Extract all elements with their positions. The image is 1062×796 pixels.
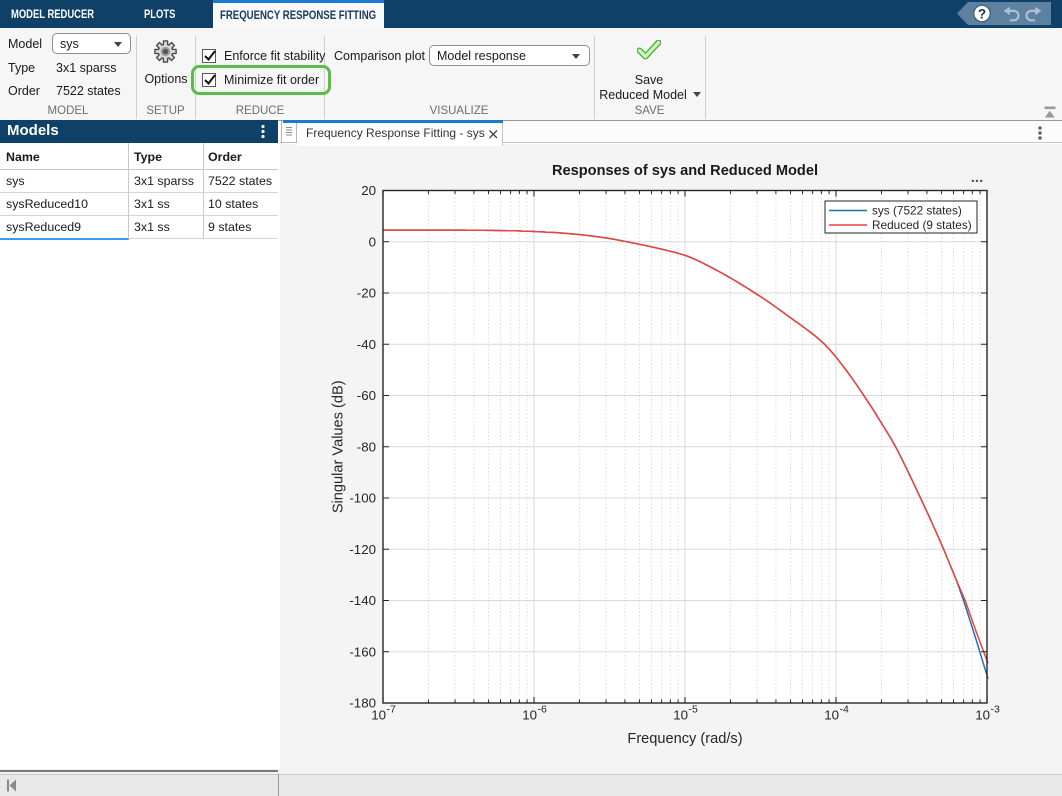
svg-text:Reduced (9 states): Reduced (9 states) bbox=[872, 218, 972, 232]
svg-text:-40: -40 bbox=[357, 337, 376, 352]
svg-text:Frequency (rad/s): Frequency (rad/s) bbox=[627, 731, 742, 747]
svg-text:?: ? bbox=[978, 7, 986, 22]
svg-text:10: 10 bbox=[371, 708, 386, 723]
svg-text:-20: -20 bbox=[357, 286, 376, 301]
svg-text:-4: -4 bbox=[840, 704, 849, 716]
svg-text:10: 10 bbox=[824, 708, 839, 723]
svg-text:-100: -100 bbox=[349, 491, 376, 506]
svg-text:10: 10 bbox=[975, 708, 990, 723]
svg-text:Responses of sys and Reduced M: Responses of sys and Reduced Model bbox=[552, 163, 818, 179]
svg-text:-3: -3 bbox=[991, 704, 1000, 716]
svg-text:Singular Values (dB): Singular Values (dB) bbox=[331, 380, 347, 513]
svg-text:10: 10 bbox=[522, 708, 537, 723]
svg-text:-7: -7 bbox=[387, 704, 396, 716]
svg-text:-160: -160 bbox=[349, 644, 376, 659]
svg-text:-5: -5 bbox=[689, 704, 698, 716]
svg-text:-80: -80 bbox=[357, 439, 376, 454]
svg-text:sys (7522 states): sys (7522 states) bbox=[872, 204, 962, 218]
svg-text:-60: -60 bbox=[357, 388, 376, 403]
svg-text:-140: -140 bbox=[349, 593, 376, 608]
svg-text:-120: -120 bbox=[349, 542, 376, 557]
svg-text:10: 10 bbox=[673, 708, 688, 723]
svg-text:-6: -6 bbox=[538, 704, 547, 716]
svg-text:20: 20 bbox=[361, 183, 376, 198]
svg-text:0: 0 bbox=[369, 234, 376, 249]
svg-text:...: ... bbox=[971, 169, 984, 186]
